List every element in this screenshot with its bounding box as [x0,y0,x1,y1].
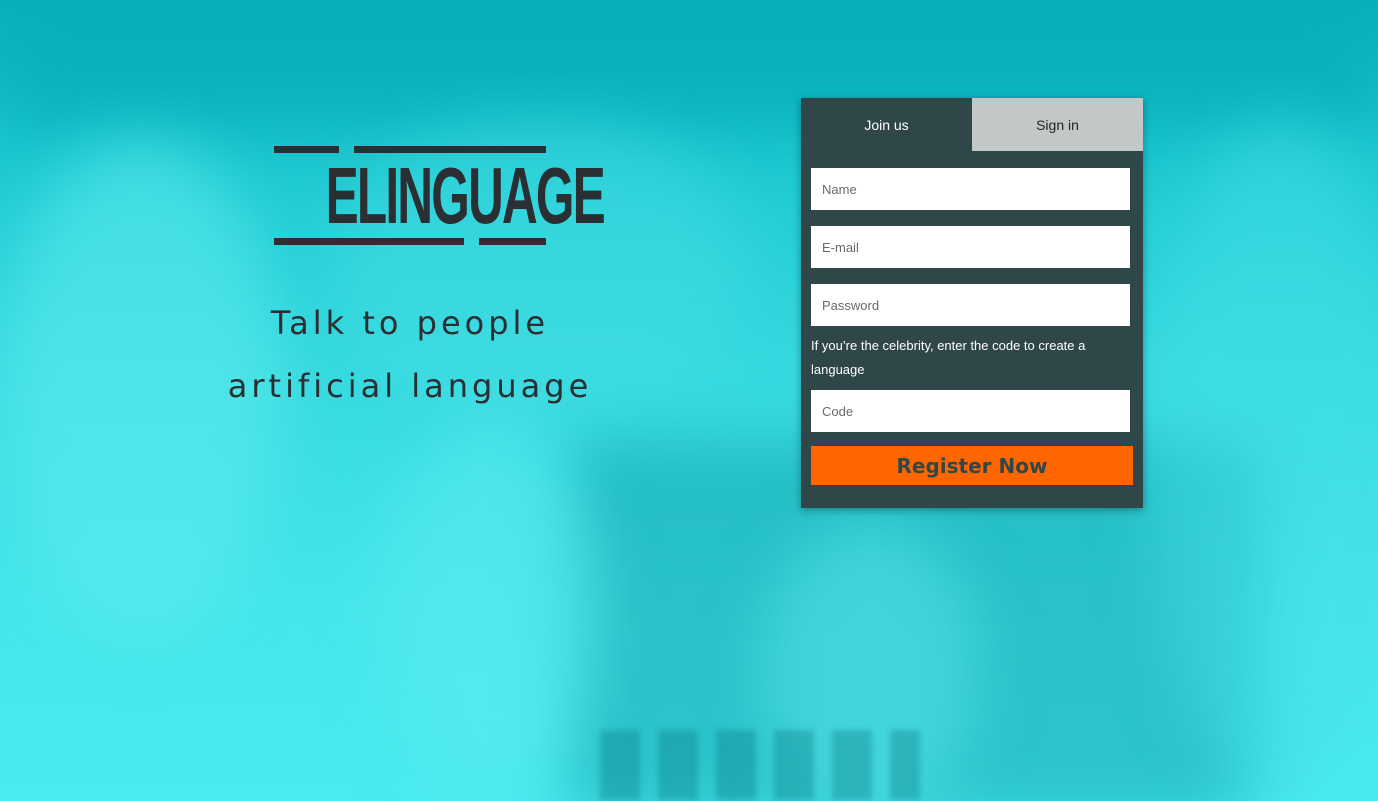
tagline-line-2: artificial language [227,367,593,405]
background-shade [0,0,1378,130]
logo-bar [479,238,546,245]
tagline: Talk to people artificial language [200,292,620,418]
tab-sign-in[interactable]: Sign in [972,98,1143,151]
tagline-line-1: Talk to people [270,304,550,342]
auth-tabs: Join us Sign in [801,98,1143,151]
logo: ELINGUAGE [274,140,606,248]
tab-join-us[interactable]: Join us [801,98,972,151]
background-shade [380,420,600,800]
code-input[interactable] [811,390,1130,432]
celebrity-code-hint: If you’re the celebrity, enter the code … [811,338,1086,377]
logo-bar [274,238,464,245]
password-input[interactable] [811,284,1130,326]
register-form: If you’re the celebrity, enter the code … [801,151,1143,485]
email-input[interactable] [811,226,1130,268]
background-keyboard [600,730,920,800]
brand-block: ELINGUAGE Talk to people artificial lang… [200,140,620,418]
name-input[interactable] [811,168,1130,210]
register-now-button[interactable]: Register Now [811,446,1133,485]
logo-text: ELINGUAGE [325,151,606,240]
auth-panel: Join us Sign in If you’re the celebrity,… [801,98,1143,508]
